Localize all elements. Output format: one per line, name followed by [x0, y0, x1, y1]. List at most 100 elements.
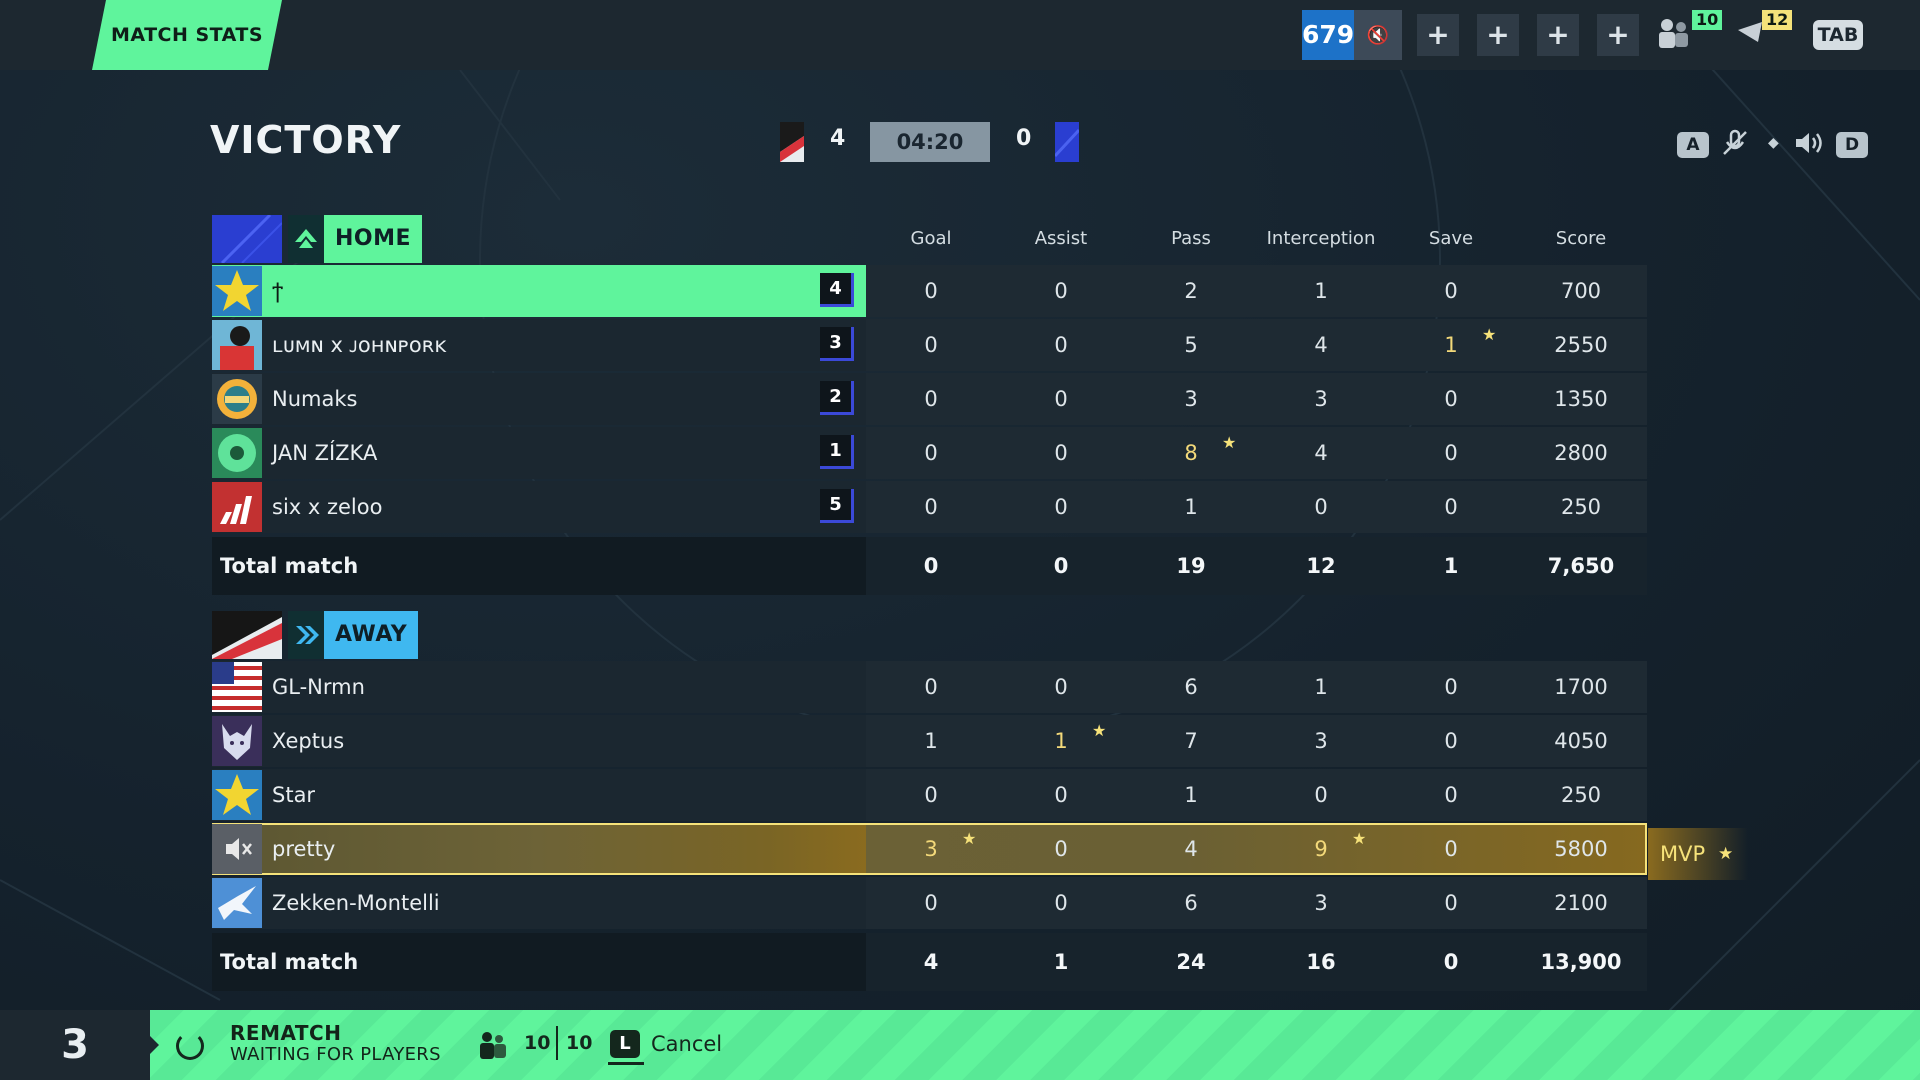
home-score: 4 [830, 126, 846, 151]
away-player-row[interactable]: Xeptus 1 1 ★ 7 3 0 4050 [212, 715, 1647, 767]
player-name[interactable]: Star [272, 769, 315, 821]
home-player-row[interactable]: Numaks 2 0 0 3 3 0 1350 [212, 373, 1647, 425]
speaker-icon[interactable] [1793, 128, 1825, 165]
player-name[interactable]: Numaks [272, 373, 357, 425]
home-player-row[interactable]: six x zeloo 5 0 0 1 0 0 250 [212, 481, 1647, 533]
player-avatar[interactable] [212, 824, 262, 874]
player-avatar[interactable] [212, 374, 262, 424]
stat-assist: 0 [1054, 675, 1068, 699]
stat-goal: 0 [924, 279, 938, 303]
stat-pass: 8 [1184, 441, 1198, 465]
column-interception: Interception [1266, 228, 1376, 249]
count-divider [556, 1026, 558, 1060]
player-avatar[interactable] [212, 266, 262, 316]
player-avatar[interactable] [212, 482, 262, 532]
away-player-row[interactable]: GL-Nrmn 0 0 6 1 0 1700 [212, 661, 1647, 713]
away-player-row[interactable]: Zekken-Montelli 0 0 6 3 0 2100 [212, 877, 1647, 929]
stat-assist: 0 [1054, 387, 1068, 411]
match-stats-tab-label: MATCH STATS [110, 24, 264, 46]
add-party-slot-3-button[interactable]: + [1537, 14, 1579, 56]
player-name[interactable]: Zekken-Montelli [272, 877, 440, 929]
stat-assist: 0 [1054, 891, 1068, 915]
player-name[interactable]: pretty [272, 823, 335, 875]
friends-count-badge: 10 [1692, 10, 1723, 30]
separator-dot-icon: ◆ [1768, 135, 1779, 151]
stat-save: 0 [1444, 837, 1458, 861]
home-total-score: 7,650 [1547, 554, 1615, 578]
away-total-pass: 24 [1176, 950, 1206, 974]
stat-goal: 1 [924, 729, 938, 753]
player-name[interactable]: Xeptus [272, 715, 344, 767]
player-avatar[interactable] [212, 662, 262, 712]
stat-interception: 4 [1314, 441, 1328, 465]
away-total-goal: 4 [923, 950, 939, 974]
stat-save: 0 [1444, 495, 1458, 519]
stat-goal: 3 [924, 837, 938, 861]
home-team-emblem-icon [288, 215, 324, 263]
cancel-key-l[interactable]: L [610, 1030, 640, 1058]
best-stat-star-icon: ★ [1482, 325, 1497, 344]
stat-interception: 0 [1314, 783, 1328, 807]
stat-save: 0 [1444, 441, 1458, 465]
tab-key-button[interactable]: TAB [1813, 20, 1863, 50]
home-total-assist: 0 [1053, 554, 1069, 578]
home-total-row: Total match 0 0 19 12 1 7,650 [212, 537, 1647, 595]
column-goal: Goal [910, 228, 952, 249]
mic-muted-icon[interactable] [1720, 128, 1750, 165]
stat-interception: 9 [1314, 837, 1328, 861]
stat-pass: 2 [1184, 279, 1198, 303]
players-icon [476, 1030, 510, 1067]
key-a-button[interactable]: A [1677, 132, 1709, 158]
stat-score: 250 [1560, 495, 1602, 519]
player-name[interactable]: six x zeloo [272, 481, 382, 533]
home-player-row[interactable]: ϯ 4 0 0 2 1 0 700 [212, 265, 1647, 317]
mvp-star-icon: ★ [1718, 844, 1734, 864]
home-total-label: Total match [220, 554, 359, 578]
home-team-label: HOME [324, 215, 423, 263]
home-team-flag-icon [212, 215, 282, 263]
rematch-bar: 3 REMATCH WAITING FOR PLAYERS 10 10 L Ca… [0, 1010, 1920, 1080]
home-player-row[interactable]: ʟᴜᴍɴ x ᴊᴏʜɴᴘᴏʀᴋ 3 0 0 5 4 1 ★ 2550 [212, 319, 1647, 371]
player-avatar[interactable] [212, 716, 262, 766]
messages-count-badge: 12 [1762, 10, 1793, 30]
stat-save: 0 [1444, 891, 1458, 915]
player-name[interactable]: ϯ [272, 265, 283, 317]
stat-goal: 0 [924, 333, 938, 357]
player-avatar[interactable] [212, 878, 262, 928]
stat-interception: 3 [1314, 387, 1328, 411]
match-stats-tab[interactable]: MATCH STATS [92, 0, 282, 70]
add-party-slot-1-button[interactable]: + [1417, 14, 1459, 56]
chevron-right-icon [148, 1034, 159, 1056]
stat-goal: 0 [924, 441, 938, 465]
points-value: 679 [1302, 10, 1354, 60]
stat-interception: 3 [1314, 729, 1328, 753]
stat-interception: 3 [1314, 891, 1328, 915]
stat-save: 0 [1444, 279, 1458, 303]
add-party-slot-4-button[interactable]: + [1597, 14, 1639, 56]
player-position-badge: 5 [820, 489, 854, 523]
total-players-count: 10 [566, 1032, 593, 1054]
countdown-value: 3 [61, 1022, 89, 1068]
player-avatar[interactable]: 🔇 [1354, 10, 1402, 60]
away-player-row[interactable]: Star 0 0 1 0 0 250 [212, 769, 1647, 821]
add-party-slot-2-button[interactable]: + [1477, 14, 1519, 56]
friends-icon[interactable] [1655, 16, 1691, 57]
column-pass: Pass [1171, 228, 1211, 249]
home-total-pass: 19 [1176, 554, 1206, 578]
away-player-row[interactable]: pretty 3 ★ 0 4 9 ★ 0 5800 [212, 823, 1647, 875]
cancel-button[interactable]: Cancel [651, 1032, 722, 1056]
player-name[interactable]: ʟᴜᴍɴ x ᴊᴏʜɴᴘᴏʀᴋ [272, 319, 447, 371]
player-name[interactable]: JAN ZÍZKA [272, 427, 377, 479]
key-d-button[interactable]: D [1836, 132, 1868, 158]
stat-pass: 6 [1184, 675, 1198, 699]
stat-assist: 0 [1054, 441, 1068, 465]
player-avatar[interactable] [212, 320, 262, 370]
stat-assist: 1 [1054, 729, 1068, 753]
stat-score: 1350 [1554, 387, 1608, 411]
player-avatar[interactable] [212, 428, 262, 478]
stat-interception: 1 [1314, 279, 1328, 303]
player-position-badge: 3 [820, 327, 854, 361]
home-player-row[interactable]: JAN ZÍZKA 1 0 0 8 ★ 4 0 2800 [212, 427, 1647, 479]
player-name[interactable]: GL-Nrmn [272, 661, 365, 713]
player-avatar[interactable] [212, 770, 262, 820]
